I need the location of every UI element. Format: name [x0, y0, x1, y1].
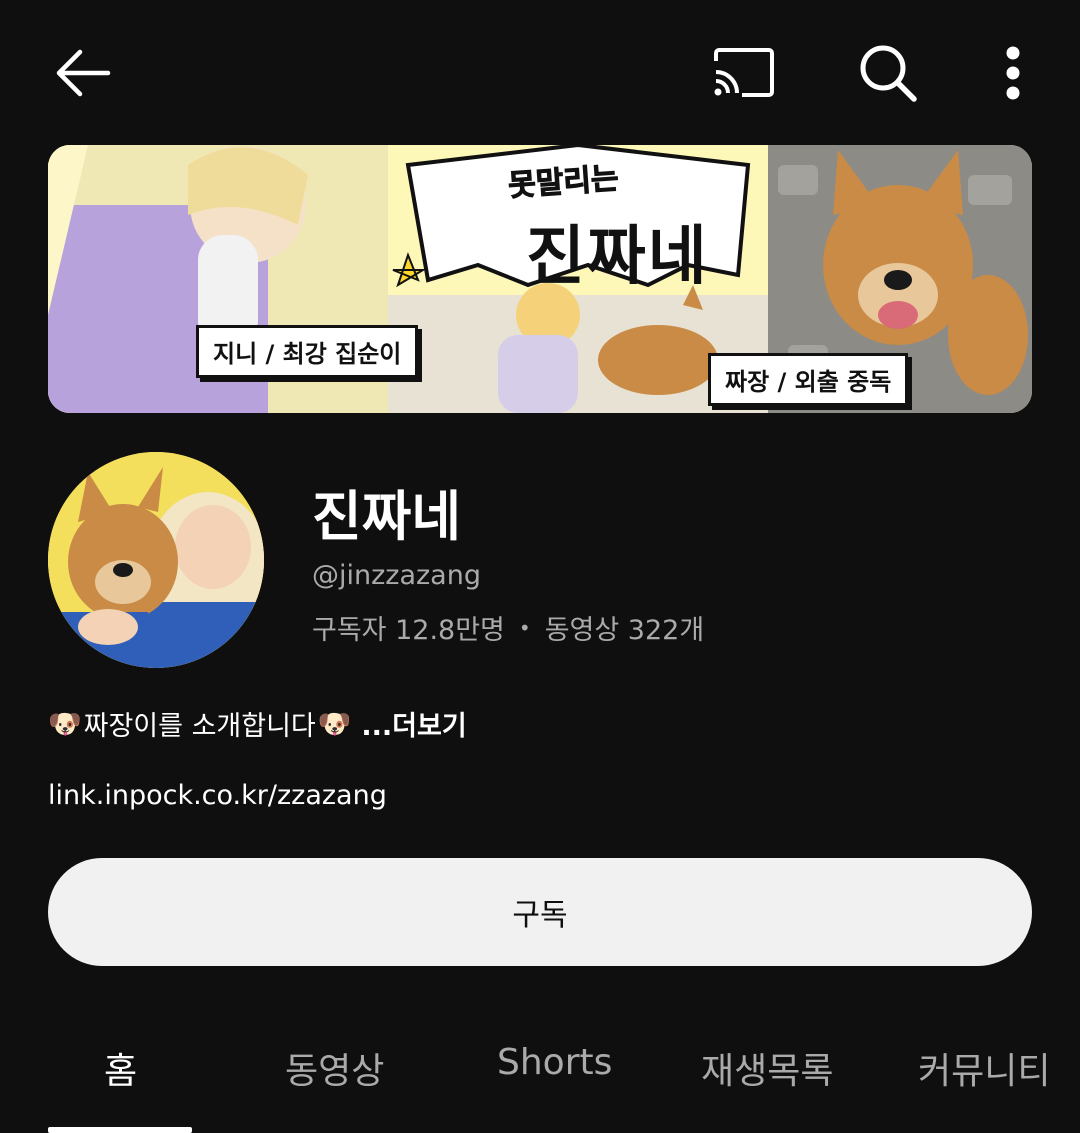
tab-home[interactable]: 홈 — [104, 1042, 137, 1094]
subscribe-button[interactable]: 구독 — [48, 858, 1032, 966]
cast-button[interactable] — [705, 40, 783, 106]
banner-title: 진짜네 — [526, 220, 709, 294]
tab-playlists[interactable]: 재생목록 — [701, 1042, 833, 1094]
video-count: 동영상 322개 — [544, 615, 705, 646]
active-tab-indicator — [48, 1127, 192, 1133]
dog-emoji-icon: 🐶 — [48, 708, 82, 740]
channel-link[interactable]: link.inpock.co.kr/zzazang — [48, 780, 387, 811]
channel-tabs: 홈 동영상 Shorts 재생목록 커뮤니티 — [0, 1030, 1080, 1133]
top-app-bar — [0, 0, 1080, 145]
description-text: 짜장이를 소개합니다 — [83, 711, 316, 742]
more-options-button[interactable] — [985, 38, 1041, 108]
channel-name: 진짜네 — [312, 485, 462, 548]
channel-avatar[interactable] — [48, 452, 264, 668]
channel-banner: 못말리는 진짜네 지니 / 최강 집순이 짜장 / 외출 중독 — [48, 145, 1032, 413]
more-vert-icon — [1006, 46, 1020, 100]
separator-dot: • — [518, 615, 531, 640]
tab-shorts[interactable]: Shorts — [497, 1042, 612, 1083]
channel-description[interactable]: 🐶 짜장이를 소개합니다 🐶 ...더보기 — [48, 704, 467, 743]
back-button[interactable] — [50, 40, 116, 106]
channel-stats: 구독자 12.8만명 • 동영상 322개 — [312, 608, 704, 647]
search-icon — [860, 45, 917, 102]
arrow-left-icon — [56, 49, 111, 97]
tab-community[interactable]: 커뮤니티 — [918, 1042, 1050, 1094]
banner-tag-right: 짜장 / 외출 중독 — [708, 353, 909, 406]
more-link[interactable]: ...더보기 — [361, 704, 466, 743]
subscriber-count: 구독자 12.8만명 — [312, 615, 505, 646]
avatar-image — [48, 452, 264, 668]
dog-emoji-icon: 🐶 — [317, 708, 352, 740]
tab-videos[interactable]: 동영상 — [285, 1042, 384, 1094]
search-button[interactable] — [852, 38, 924, 108]
banner-tag-left: 지니 / 최강 집순이 — [196, 325, 419, 378]
cast-icon — [714, 48, 774, 97]
banner-title-small: 못말리는 — [507, 161, 621, 205]
channel-handle: @jinzzazang — [312, 560, 481, 591]
